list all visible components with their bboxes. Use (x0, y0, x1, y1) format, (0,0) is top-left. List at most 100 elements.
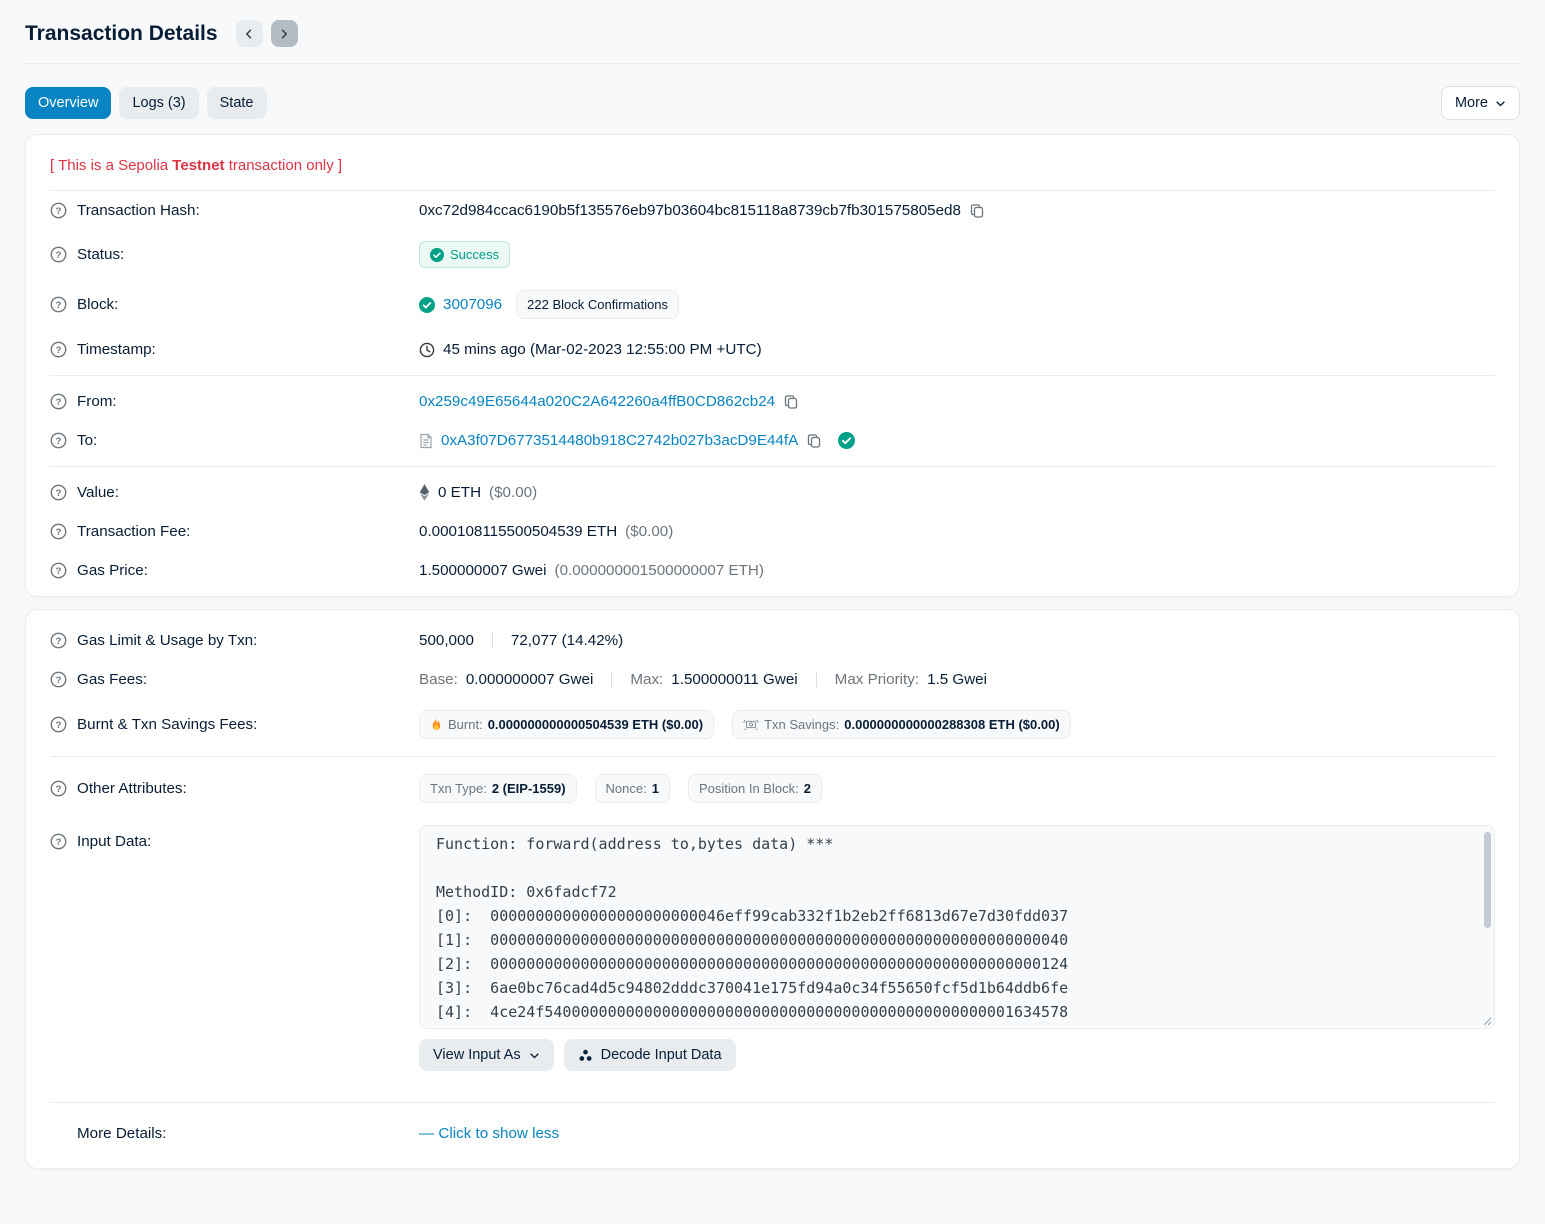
base-fee-label: Base: (419, 671, 458, 688)
value-row: ? Value: 0 ETH ($0.00) (50, 473, 1495, 512)
svg-text:?: ? (56, 784, 62, 795)
chevron-down-icon (529, 1050, 540, 1061)
input-data-line: MethodID: 0x6fadcf72 (436, 880, 1478, 904)
transaction-fee-amount: 0.000108115500504539 ETH (419, 523, 617, 540)
input-data-scrollbar-thumb[interactable] (1484, 832, 1491, 928)
decode-input-data-button[interactable]: Decode Input Data (564, 1039, 736, 1071)
svg-text:?: ? (56, 250, 62, 261)
transaction-fee-row: ? Transaction Fee: 0.000108115500504539 … (50, 512, 1495, 551)
testnet-notice-open: [ This is a Sepolia (50, 157, 172, 174)
input-data-line: [5]: 543d0000000000000000000000000000000… (436, 1024, 1478, 1029)
block-number-link[interactable]: 3007096 (443, 296, 502, 313)
input-data-line: [0]: 00000000000000000000000046eff99cab3… (436, 904, 1478, 928)
help-circle-icon[interactable]: ? (50, 716, 67, 733)
overview-card: [ This is a Sepolia Testnet transaction … (25, 134, 1520, 597)
burnt-savings-label: Burnt & Txn Savings Fees: (77, 716, 257, 733)
svg-text:?: ? (56, 720, 62, 731)
testnet-notice-close: transaction only ] (225, 157, 343, 174)
svg-text:?: ? (56, 345, 62, 356)
block-confirmations-badge: 222 Block Confirmations (516, 290, 679, 319)
input-data-line: [1]: 00000000000000000000000000000000000… (436, 928, 1478, 952)
position-in-block-label: Position In Block: (699, 781, 799, 796)
help-circle-icon[interactable]: ? (50, 393, 67, 410)
gas-price-label: Gas Price: (77, 562, 148, 579)
tab-state[interactable]: State (207, 87, 267, 119)
page-header: Transaction Details (25, 0, 1520, 64)
svg-text:?: ? (56, 206, 62, 217)
next-transaction-button[interactable] (271, 20, 298, 47)
help-circle-icon[interactable]: ? (50, 341, 67, 358)
gas-fees-label: Gas Fees: (77, 671, 147, 688)
burnt-fee-label: Burnt: (448, 717, 483, 732)
gas-price-row: ? Gas Price: 1.500000007 Gwei (0.0000000… (50, 551, 1495, 590)
txn-type-value: 2 (EIP-1559) (492, 781, 566, 796)
gas-fees-row: ? Gas Fees: Base: 0.000000007 Gwei Max: … (50, 660, 1495, 699)
status-badge: Success (419, 241, 510, 268)
help-circle-icon[interactable]: ? (50, 833, 67, 850)
input-data-line: [2]: 00000000000000000000000000000000000… (436, 952, 1478, 976)
txn-type-badge: Txn Type: 2 (EIP-1559) (419, 774, 577, 803)
more-dropdown-button[interactable]: More (1441, 86, 1520, 120)
position-in-block-value: 2 (804, 781, 811, 796)
help-circle-icon[interactable]: ? (50, 296, 67, 313)
help-circle-icon[interactable]: ? (50, 562, 67, 579)
view-input-as-button[interactable]: View Input As (419, 1039, 554, 1071)
svg-text:?: ? (56, 636, 62, 647)
divider (816, 672, 817, 687)
max-fee-value: 1.500000011 Gwei (671, 671, 797, 688)
view-input-as-label: View Input As (433, 1047, 521, 1063)
divider (50, 756, 1495, 757)
show-less-link[interactable]: — Click to show less (419, 1125, 559, 1142)
other-attributes-row: ? Other Attributes: Txn Type: 2 (EIP-155… (50, 763, 1495, 814)
timestamp-value: 45 mins ago (Mar-02-2023 12:55:00 PM +UT… (443, 341, 762, 358)
help-circle-icon[interactable]: ? (50, 432, 67, 449)
burnt-fee-badge: Burnt: 0.000000000000504539 ETH ($0.00) (419, 710, 714, 739)
gas-price-amount: 1.500000007 Gwei (419, 562, 547, 579)
decode-input-data-label: Decode Input Data (601, 1047, 722, 1063)
help-circle-icon[interactable]: ? (50, 484, 67, 501)
svg-text:?: ? (56, 488, 62, 499)
help-circle-icon[interactable]: ? (50, 202, 67, 219)
txn-savings-value: 0.000000000000288308 ETH ($0.00) (844, 717, 1059, 732)
help-circle-icon[interactable]: ? (50, 246, 67, 263)
value-label: Value: (77, 484, 119, 501)
input-data-line: [4]: 4ce24f54000000000000000000000000000… (436, 1000, 1478, 1024)
tab-bar: Overview Logs (3) State More (25, 86, 1520, 120)
divider (50, 466, 1495, 467)
to-label: To: (77, 432, 97, 449)
page-title: Transaction Details (25, 22, 218, 46)
transaction-hash-label: Transaction Hash: (77, 202, 200, 219)
copy-icon[interactable] (969, 203, 985, 219)
help-circle-icon[interactable]: ? (50, 523, 67, 540)
flame-icon (430, 717, 443, 732)
to-address-link[interactable]: 0xA3f07D6773514480b918C2742b027b3acD9E44… (441, 432, 798, 449)
divider (492, 633, 493, 648)
input-data-textarea[interactable]: Function: forward(address to,bytes data)… (419, 825, 1495, 1029)
help-circle-icon[interactable]: ? (50, 632, 67, 649)
block-label: Block: (77, 296, 118, 313)
previous-transaction-button[interactable] (236, 20, 263, 47)
svg-text:?: ? (56, 436, 62, 447)
from-address-link[interactable]: 0x259c49E65644a020C2A642260a4ffB0CD862cb… (419, 393, 775, 410)
input-data-label: Input Data: (77, 833, 151, 850)
transaction-hash-value: 0xc72d984ccac6190b5f135576eb97b03604bc81… (419, 202, 961, 219)
transaction-hash-row: ? Transaction Hash: 0xc72d984ccac6190b5f… (50, 191, 1495, 230)
value-usd: ($0.00) (489, 484, 537, 501)
burnt-fee-value: 0.000000000000504539 ETH ($0.00) (488, 717, 703, 732)
txn-savings-badge: Txn Savings: 0.000000000000288308 ETH ($… (732, 710, 1071, 739)
gas-limit-usage-label: Gas Limit & Usage by Txn: (77, 632, 257, 649)
tab-logs[interactable]: Logs (3) (119, 87, 198, 119)
copy-icon[interactable] (783, 394, 799, 410)
copy-icon[interactable] (806, 433, 822, 449)
block-row: ? Block: 3007096 222 Block Confirmations (50, 279, 1495, 330)
help-circle-icon[interactable]: ? (50, 780, 67, 797)
max-priority-fee-label: Max Priority: (835, 671, 919, 688)
to-row: ? To: 0xA3f07D6773514480b918C2742b027b3a… (50, 421, 1495, 460)
money-wings-icon (743, 718, 759, 731)
tab-overview[interactable]: Overview (25, 87, 111, 119)
resize-grip-icon[interactable] (1483, 1017, 1492, 1026)
nonce-value: 1 (652, 781, 659, 796)
other-attributes-label: Other Attributes: (77, 780, 187, 797)
help-circle-icon[interactable]: ? (50, 671, 67, 688)
chevron-left-icon (243, 28, 255, 40)
